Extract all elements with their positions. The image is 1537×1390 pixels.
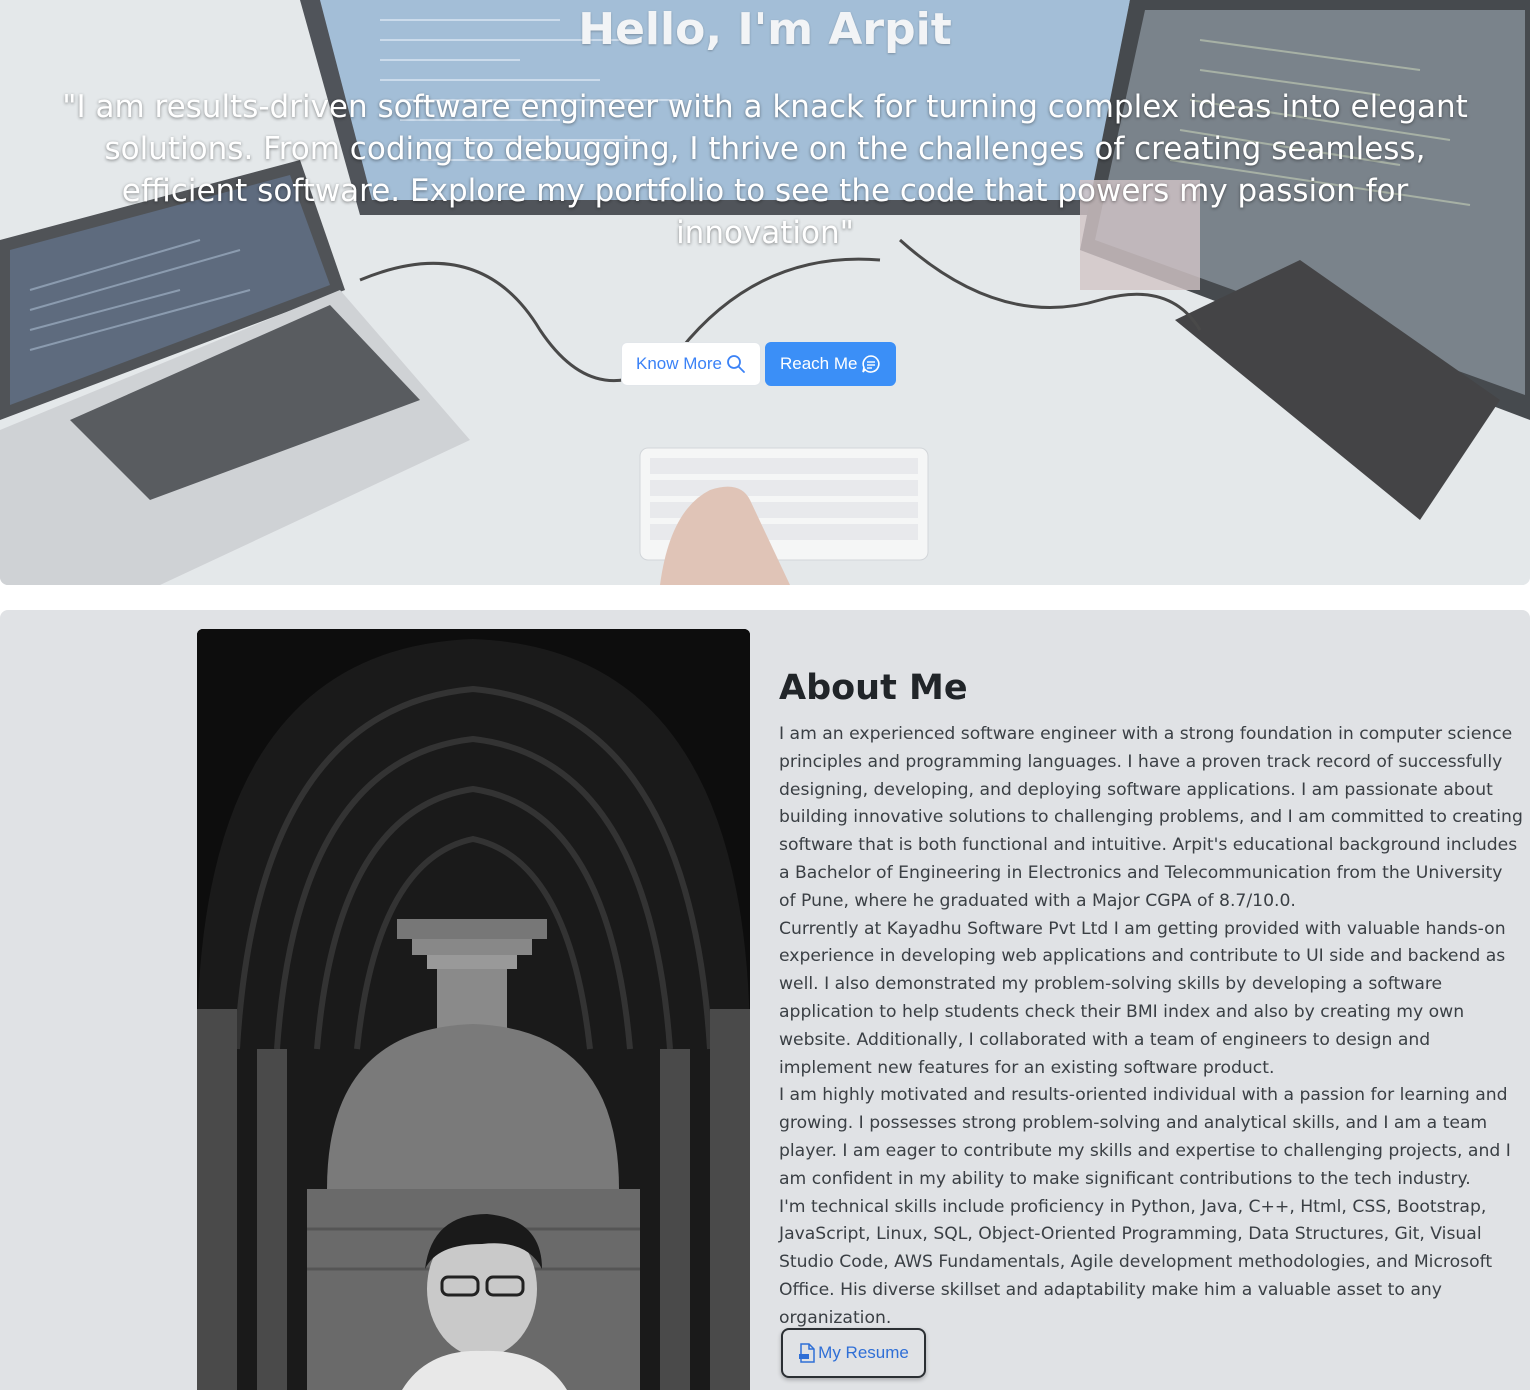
know-more-button[interactable]: Know More [621, 342, 761, 386]
about-title: About Me [779, 668, 968, 708]
hero-quote: "I am results-driven software engineer w… [62, 89, 1468, 251]
reach-me-label: Reach Me [779, 354, 858, 373]
my-resume-button[interactable]: My Resume [781, 1328, 926, 1378]
hero-title: Hello, I'm Arpit [578, 4, 952, 55]
about-text: I am an experienced software engineer wi… [779, 721, 1524, 1333]
about-paragraph: I am an experienced software engineer wi… [779, 724, 1523, 911]
pdf-file-icon [799, 1343, 815, 1363]
about-paragraph: Currently at Kayadhu Software Pvt Ltd I … [779, 918, 1506, 1078]
chat-icon [862, 355, 881, 373]
know-more-label: Know More [636, 354, 722, 373]
about-paragraph: I am highly motivated and results-orient… [779, 1085, 1511, 1189]
about-section: About Me I am an experienced software en… [0, 610, 1530, 1390]
about-paragraph: I'm technical skills include proficiency… [779, 1196, 1493, 1328]
search-icon [727, 355, 745, 373]
reach-me-button[interactable]: Reach Me [764, 342, 897, 386]
my-resume-label: My Resume [818, 1343, 909, 1362]
hero-buttons: Know More Reach Me [621, 342, 897, 386]
profile-photo-art [197, 629, 750, 1390]
profile-photo [197, 629, 750, 1390]
hero-section: Hello, I'm Arpit "I am results-driven so… [0, 0, 1530, 585]
